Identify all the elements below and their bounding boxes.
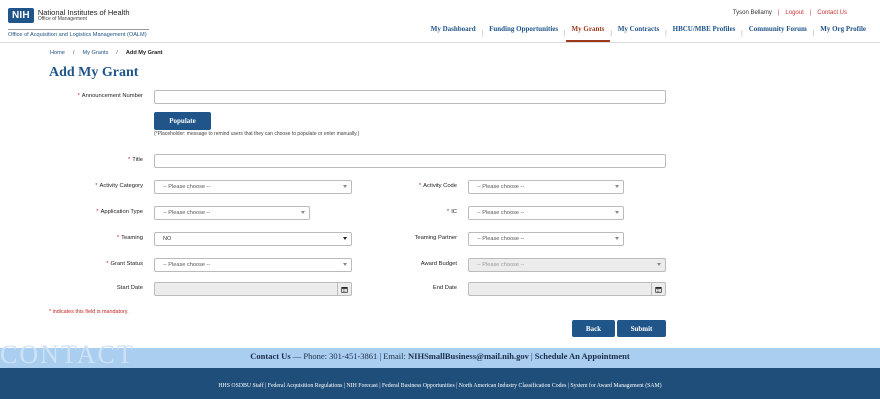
required-marker: * bbox=[96, 209, 99, 215]
logout-link[interactable]: Logout bbox=[785, 10, 803, 16]
activity-category-select[interactable]: -- Please choose -- bbox=[154, 180, 352, 194]
teaming-select[interactable]: NO bbox=[154, 232, 352, 246]
populate-note: (*Placeholder: message to remind users t… bbox=[154, 131, 360, 137]
nih-logo[interactable]: NIH National Institutes of Health Office… bbox=[8, 8, 130, 23]
activity-code-select[interactable]: -- Please choose -- bbox=[468, 180, 624, 194]
award-budget-value: -- Please choose -- bbox=[477, 262, 525, 268]
submit-button[interactable]: Submit bbox=[617, 320, 666, 337]
nav-funding-opportunities[interactable]: Funding Opportunities bbox=[483, 24, 564, 42]
breadcrumb-separator: / bbox=[116, 50, 118, 56]
schedule-appointment-link[interactable]: Schedule An Appointment bbox=[535, 351, 630, 361]
teaming-label-text: Teaming bbox=[121, 235, 143, 241]
announcement-number-label: * Announcement Number bbox=[78, 93, 144, 99]
application-type-value: -- Please choose -- bbox=[163, 210, 211, 216]
start-date-label: Start Date bbox=[116, 285, 143, 291]
nav-my-org-profile[interactable]: My Org Profile bbox=[814, 24, 872, 42]
activity-code-label: * Activity Code bbox=[419, 183, 457, 189]
award-budget-select: -- Please choose -- bbox=[468, 258, 666, 272]
page-title: Add My Grant bbox=[49, 65, 139, 80]
teaming-value: NO bbox=[163, 236, 172, 242]
main-nav: My Dashboard | Funding Opportunities | M… bbox=[425, 24, 872, 42]
activity-category-value: -- Please choose -- bbox=[163, 184, 211, 190]
nav-my-dashboard[interactable]: My Dashboard bbox=[425, 24, 482, 42]
header-divider bbox=[0, 42, 880, 43]
activity-category-label: * Activity Category bbox=[95, 183, 143, 189]
title-label: * Title bbox=[128, 157, 143, 163]
nih-logo-badge: NIH bbox=[8, 8, 34, 23]
teaming-partner-value: -- Please choose -- bbox=[477, 236, 525, 242]
nav-my-grants[interactable]: My Grants bbox=[565, 24, 611, 42]
title-label-text: Title bbox=[132, 157, 143, 163]
activity-code-value: -- Please choose -- bbox=[477, 184, 525, 190]
required-marker: * bbox=[77, 93, 80, 99]
ic-value: -- Please choose -- bbox=[477, 210, 525, 216]
chevron-down-icon bbox=[615, 237, 619, 240]
breadcrumb-separator: / bbox=[72, 50, 75, 56]
chevron-down-icon bbox=[343, 263, 347, 266]
site-header: NIH National Institutes of Health Office… bbox=[0, 0, 880, 42]
calendar-icon[interactable] bbox=[651, 283, 665, 295]
teaming-partner-label: Teaming Partner bbox=[414, 235, 457, 241]
required-marker: * bbox=[106, 261, 109, 267]
ic-select[interactable]: -- Please choose -- bbox=[468, 206, 624, 220]
chevron-down-icon bbox=[615, 185, 619, 188]
chevron-down-icon bbox=[343, 185, 347, 188]
grant-status-select[interactable]: -- Please choose -- bbox=[154, 258, 352, 272]
activity-category-label-text: Activity Category bbox=[99, 183, 144, 189]
contact-us-heading: Contact Us bbox=[250, 351, 291, 361]
chevron-down-icon bbox=[301, 211, 305, 214]
nav-community-forum[interactable]: Community Forum bbox=[743, 24, 813, 42]
ic-label: * IC bbox=[447, 209, 457, 215]
chevron-down-icon bbox=[615, 211, 619, 214]
chevron-down-icon bbox=[343, 237, 347, 240]
user-name: Tyson Bellamy bbox=[732, 10, 772, 16]
userbar-separator: | bbox=[777, 10, 780, 16]
userbar-separator: | bbox=[809, 10, 812, 16]
required-marker: * bbox=[116, 235, 120, 241]
org-name: Office of Acquisition and Logistics Mana… bbox=[8, 29, 149, 38]
title-input[interactable] bbox=[154, 154, 666, 168]
nav-hbcu-mbe-profiles[interactable]: HBCU/MBE Profiles bbox=[667, 24, 742, 42]
back-button[interactable]: Back bbox=[572, 320, 615, 337]
application-type-label-text: Application Type bbox=[100, 209, 143, 215]
mandatory-note: * indicates this field is mandatory. bbox=[49, 309, 129, 315]
logo-line-2: Office of Management bbox=[37, 15, 87, 22]
teaming-label: * Teaming bbox=[117, 235, 143, 241]
calendar-icon[interactable] bbox=[337, 283, 351, 295]
breadcrumb-current: Add My Grant bbox=[125, 50, 163, 56]
chevron-down-icon bbox=[657, 263, 661, 266]
application-type-select[interactable]: -- Please choose -- bbox=[154, 206, 310, 220]
contact-info: Contact Us — Phone: 301-451-3861 | Email… bbox=[0, 351, 880, 361]
nav-my-contracts[interactable]: My Contracts bbox=[612, 24, 665, 42]
contact-phone: — Phone: 301-451-3861 | Email: bbox=[290, 351, 409, 361]
required-marker: * bbox=[127, 157, 131, 163]
end-date-input[interactable] bbox=[468, 282, 666, 296]
required-marker: * bbox=[446, 209, 450, 215]
activity-code-label-text: Activity Code bbox=[423, 183, 457, 189]
contact-email-link[interactable]: NIHSmallBusiness@mail.nih.gov bbox=[408, 351, 529, 361]
contact-us-link[interactable]: Contact Us bbox=[817, 10, 847, 16]
required-marker: * bbox=[418, 183, 422, 189]
announcement-number-input[interactable] bbox=[154, 90, 666, 104]
breadcrumb-home[interactable]: Home bbox=[50, 50, 65, 56]
required-marker: * bbox=[95, 183, 98, 189]
teaming-partner-select[interactable]: -- Please choose -- bbox=[468, 232, 624, 246]
grant-status-label: * Grant Status bbox=[106, 261, 143, 267]
application-type-label: * Application Type bbox=[96, 209, 143, 215]
end-date-label: End Date bbox=[432, 285, 457, 291]
footer-links[interactable]: HHS OSDBU Staff | Federal Acquisition Re… bbox=[0, 383, 880, 389]
start-date-input[interactable] bbox=[154, 282, 352, 296]
logo-text: National Institutes of Health Office of … bbox=[37, 8, 130, 23]
ic-label-text: IC bbox=[451, 209, 457, 215]
grant-status-label-text: Grant Status bbox=[110, 261, 143, 267]
breadcrumb-my-grants[interactable]: My Grants bbox=[82, 50, 108, 56]
announcement-number-label-text: Announcement Number bbox=[81, 93, 143, 99]
user-bar: Tyson Bellamy | Logout | Contact Us bbox=[733, 10, 847, 16]
award-budget-label: Award Budget bbox=[420, 261, 457, 267]
breadcrumb: Home / My Grants / Add My Grant bbox=[50, 50, 163, 56]
grant-status-value: -- Please choose -- bbox=[163, 262, 211, 268]
populate-button[interactable]: Populate bbox=[154, 112, 211, 130]
